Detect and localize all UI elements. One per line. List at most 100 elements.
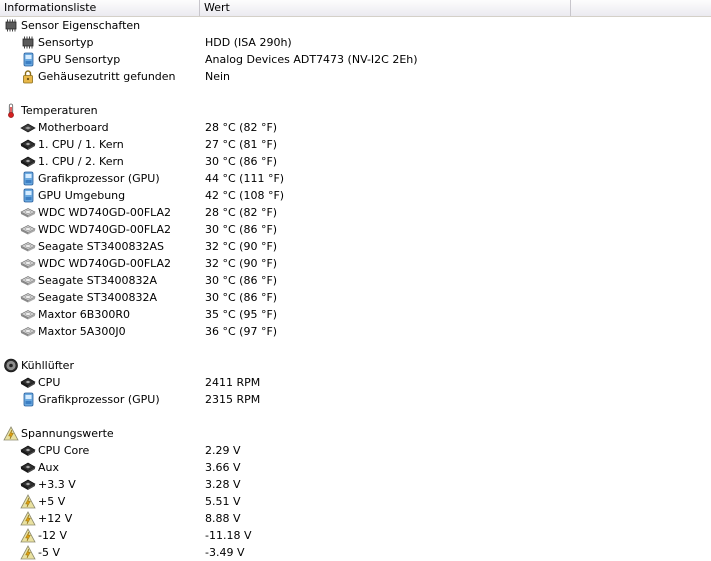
item-value: HDD (ISA 290h) [205, 36, 292, 49]
list-item[interactable]: Grafikprozessor (GPU) 2315 RPM [0, 391, 711, 408]
item-label: WDC WD740GD-00FLA2 [38, 206, 172, 219]
list-item[interactable]: WDC WD740GD-00FLA2 32 °C (90 °F) [0, 255, 711, 272]
section-title: Temperaturen [21, 104, 98, 117]
fan-icon [3, 358, 19, 373]
item-label: Motherboard [38, 121, 109, 134]
column-header-empty[interactable] [571, 0, 711, 16]
item-label: Grafikprozessor (GPU) [38, 172, 160, 185]
item-value: 35 °C (95 °F) [205, 308, 278, 321]
list-item[interactable]: CPU Core 2.29 V [0, 442, 711, 459]
sensor-list[interactable]: Sensor Eigenschaften Sensortyp HDD (ISA 29… [0, 17, 711, 561]
item-value: 44 °C (111 °F) [205, 172, 285, 185]
section-header-cooling-fans[interactable]: Kühllüfter [0, 357, 711, 374]
list-item[interactable]: GPU Sensortyp Analog Devices ADT7473 (NV-… [0, 51, 711, 68]
list-item[interactable]: Motherboard 28 °C (82 °F) [0, 119, 711, 136]
voltage-icon [3, 426, 19, 441]
section-header-voltages[interactable]: Spannungswerte [0, 425, 711, 442]
item-label: Maxtor 5A300J0 [38, 325, 126, 338]
voltage-icon [20, 494, 36, 509]
item-value: 42 °C (108 °F) [205, 189, 285, 202]
list-item[interactable]: Seagate ST3400832A 30 °C (86 °F) [0, 272, 711, 289]
hard-drive-icon [20, 239, 36, 254]
item-value: Analog Devices ADT7473 (NV-I2C 2Eh) [205, 53, 418, 66]
list-item[interactable]: 1. CPU / 2. Kern 30 °C (86 °F) [0, 153, 711, 170]
chip-icon [3, 18, 19, 33]
list-item[interactable]: Aux 3.66 V [0, 459, 711, 476]
item-value: 27 °C (81 °F) [205, 138, 278, 151]
gpu-icon [20, 188, 36, 203]
cpu-icon [20, 154, 36, 169]
list-item[interactable]: 1. CPU / 1. Kern 27 °C (81 °F) [0, 136, 711, 153]
item-label: 1. CPU / 1. Kern [38, 138, 124, 151]
list-item[interactable]: -5 V -3.49 V [0, 544, 711, 561]
item-label: GPU Sensortyp [38, 53, 121, 66]
item-value: 3.28 V [205, 478, 241, 491]
item-label: Seagate ST3400832AS [38, 240, 164, 253]
voltage-icon [20, 528, 36, 543]
lock-icon [20, 69, 36, 84]
section-header-sensor-properties[interactable]: Sensor Eigenschaften [0, 17, 711, 34]
item-label: Maxtor 6B300R0 [38, 308, 130, 321]
item-label: Sensortyp [38, 36, 94, 49]
item-label: Gehäusezutritt gefunden [38, 70, 176, 83]
hard-drive-icon [20, 273, 36, 288]
hard-drive-icon [20, 290, 36, 305]
list-item[interactable]: Grafikprozessor (GPU) 44 °C (111 °F) [0, 170, 711, 187]
voltage-icon [20, 511, 36, 526]
hard-drive-icon [20, 256, 36, 271]
item-label: 1. CPU / 2. Kern [38, 155, 124, 168]
item-label: WDC WD740GD-00FLA2 [38, 223, 172, 236]
section-title: Spannungswerte [21, 427, 114, 440]
item-label: Grafikprozessor (GPU) [38, 393, 160, 406]
item-label: Aux [38, 461, 60, 474]
item-value: 30 °C (86 °F) [205, 223, 278, 236]
hard-drive-icon [20, 324, 36, 339]
item-label: -12 V [38, 529, 67, 542]
item-value: 32 °C (90 °F) [205, 240, 278, 253]
item-label: CPU [38, 376, 61, 389]
list-item[interactable]: +12 V 8.88 V [0, 510, 711, 527]
item-value: 8.88 V [205, 512, 241, 525]
chip-icon [20, 35, 36, 50]
list-item[interactable]: CPU 2411 RPM [0, 374, 711, 391]
item-value: 28 °C (82 °F) [205, 206, 278, 219]
cpu-icon [20, 477, 36, 492]
list-item[interactable]: Sensortyp HDD (ISA 290h) [0, 34, 711, 51]
list-item[interactable]: Maxtor 6B300R0 35 °C (95 °F) [0, 306, 711, 323]
item-label: +12 V [38, 512, 73, 525]
item-label: Seagate ST3400832A [38, 274, 158, 287]
item-value: 3.66 V [205, 461, 241, 474]
item-value: Nein [205, 70, 231, 83]
list-item[interactable]: Seagate ST3400832AS 32 °C (90 °F) [0, 238, 711, 255]
item-label: Seagate ST3400832A [38, 291, 158, 304]
item-label: GPU Umgebung [38, 189, 126, 202]
item-value: 5.51 V [205, 495, 241, 508]
column-header-information[interactable]: Informationsliste [0, 0, 200, 16]
list-item[interactable]: Gehäusezutritt gefunden Nein [0, 68, 711, 85]
list-item[interactable]: Maxtor 5A300J0 36 °C (97 °F) [0, 323, 711, 340]
item-label: +3.3 V [38, 478, 76, 491]
list-item[interactable]: GPU Umgebung 42 °C (108 °F) [0, 187, 711, 204]
item-label: WDC WD740GD-00FLA2 [38, 257, 172, 270]
item-value: 2411 RPM [205, 376, 261, 389]
section-header-temperatures[interactable]: Temperaturen [0, 102, 711, 119]
column-header-value[interactable]: Wert [200, 0, 571, 16]
item-value: -3.49 V [205, 546, 245, 559]
list-item[interactable]: WDC WD740GD-00FLA2 30 °C (86 °F) [0, 221, 711, 238]
item-value: 32 °C (90 °F) [205, 257, 278, 270]
gpu-icon [20, 392, 36, 407]
cpu-icon [20, 443, 36, 458]
item-value: 30 °C (86 °F) [205, 291, 278, 304]
list-item[interactable]: -12 V -11.18 V [0, 527, 711, 544]
motherboard-icon [20, 120, 36, 135]
list-item[interactable]: WDC WD740GD-00FLA2 28 °C (82 °F) [0, 204, 711, 221]
list-header: Informationsliste Wert [0, 0, 711, 17]
cpu-icon [20, 460, 36, 475]
item-value: 2315 RPM [205, 393, 261, 406]
cpu-icon [20, 137, 36, 152]
list-item[interactable]: Seagate ST3400832A 30 °C (86 °F) [0, 289, 711, 306]
list-item[interactable]: +3.3 V 3.28 V [0, 476, 711, 493]
list-item[interactable]: +5 V 5.51 V [0, 493, 711, 510]
